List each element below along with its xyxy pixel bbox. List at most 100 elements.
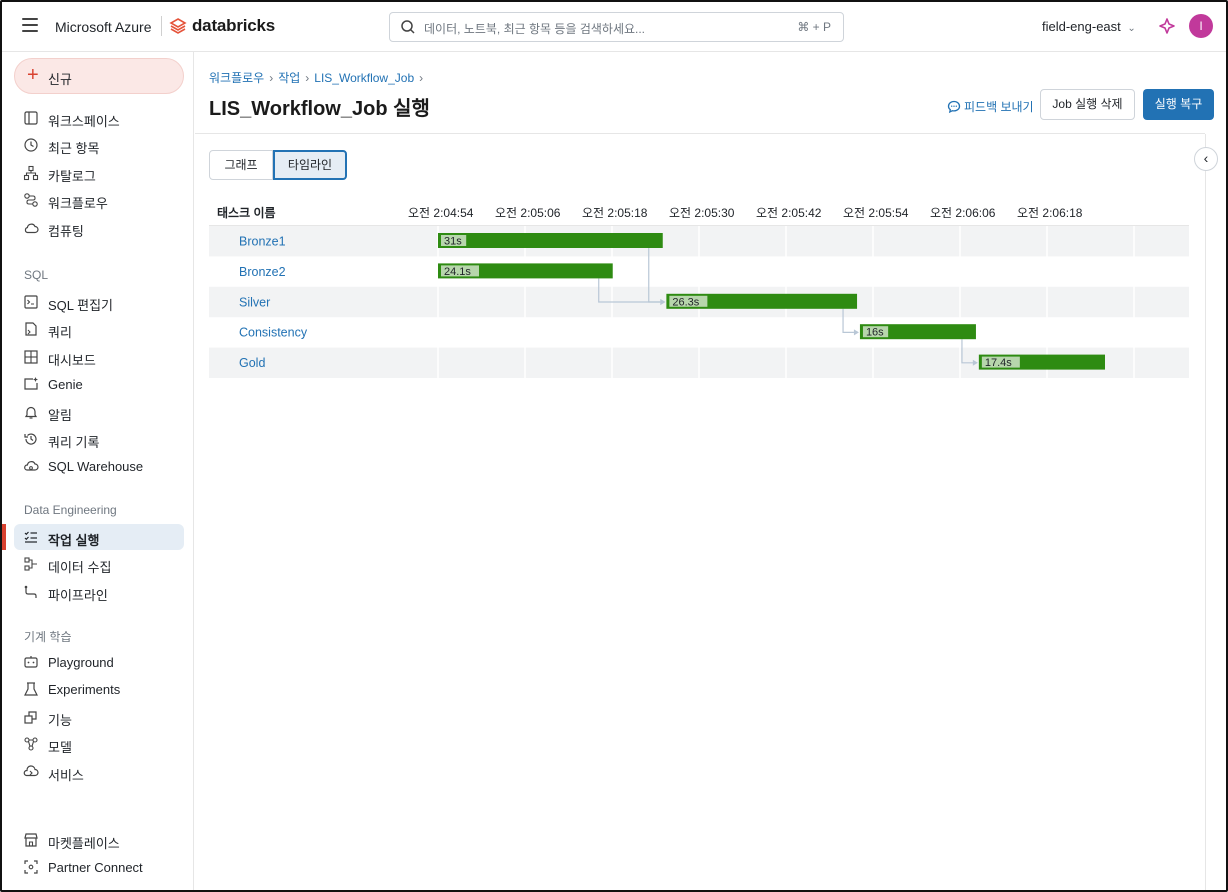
sidebar-item-genie[interactable]: Genie (14, 371, 184, 397)
sidebar-item-warehouse[interactable]: SQL Warehouse (14, 453, 184, 479)
sidebar-item-partner[interactable]: Partner Connect (14, 854, 184, 880)
sidebar-item-label: Partner Connect (48, 860, 143, 876)
task-name-header: 태스크 이름 (217, 206, 276, 220)
dependency-arrow (853, 329, 859, 336)
sidebar-item-beaker[interactable]: Experiments (14, 676, 184, 702)
serving-icon (23, 764, 39, 780)
timeline-tick-label: 오전 2:05:30 (669, 206, 735, 220)
assistant-sparkle-icon[interactable] (1158, 17, 1176, 38)
task-name-link[interactable]: Gold (239, 356, 265, 370)
chevron-right-icon: › (269, 71, 274, 85)
workspace-switcher[interactable]: field-eng-east ⌄ (1042, 19, 1136, 34)
features-icon (23, 709, 39, 725)
timeline-tick-label: 오전 2:06:06 (930, 206, 996, 220)
sidebar-item-label: SQL Warehouse (48, 459, 144, 475)
timeline-header: 태스크 이름 오전 2:04:54 오전 2:05:06 오전 2:05:18 오전 … (209, 192, 1189, 226)
repair-run-button[interactable]: 실행 복구 (1143, 89, 1214, 120)
genie-icon (23, 376, 39, 392)
task-name-link[interactable]: Silver (239, 295, 270, 309)
search-input[interactable]: 데이터, 노트북, 최근 항목 등을 검색하세요... ⌘ + P (389, 12, 844, 42)
task-duration-label: 26.3s (672, 296, 699, 308)
top-bar: Microsoft Azure databricks 데이터, 노트북, 최근 … (2, 2, 1226, 52)
task-duration-label: 17.4s (985, 357, 1012, 369)
sidebar-item-ingest[interactable]: 데이터 수집 (14, 551, 184, 577)
sidebar-item-history[interactable]: 쿼리 기록 (14, 426, 184, 452)
breadcrumb-jobs[interactable]: 작업 (278, 71, 300, 85)
partner-icon (23, 859, 39, 875)
menu-icon[interactable] (22, 18, 38, 32)
databricks-logo-icon (169, 17, 187, 38)
timeline-svg: Bronze1 31s Bronze2 24.1s Silver 26.3s Consist… (209, 226, 1189, 378)
warehouse-icon (23, 458, 39, 474)
sidebar-item-workflows[interactable]: 워크플로우 (14, 187, 184, 213)
timeline-chart: 태스크 이름 오전 2:04:54 오전 2:05:06 오전 2:05:18 오전 … (209, 192, 1189, 442)
task-duration-bar[interactable] (438, 233, 663, 248)
breadcrumb: 워크플로우 › 작업 › LIS_Workflow_Job › (209, 69, 428, 86)
tab-timeline[interactable]: 타임라인 (273, 150, 347, 180)
sidebar-item-models[interactable]: 모델 (14, 731, 184, 757)
search-icon (400, 19, 416, 38)
feedback-link[interactable]: 피드백 보내기 (947, 98, 1034, 115)
playground-icon (23, 654, 39, 670)
task-name-link[interactable]: Bronze1 (239, 235, 286, 249)
brand-divider (161, 16, 162, 36)
chevron-left-icon: ‹ (1203, 150, 1209, 166)
microsoft-azure-brand: Microsoft Azure (55, 19, 152, 35)
task-name-link[interactable]: Consistency (239, 326, 308, 340)
sidebar-item-dashboard[interactable]: 대시보드 (14, 344, 184, 370)
sidebar-item-label: 모델 (48, 740, 72, 756)
sidebar-item-label: 카탈로그 (48, 168, 96, 184)
sidebar-item-label: 마켓플레이스 (48, 836, 120, 851)
job-runs-icon (23, 529, 39, 545)
sidebar-item-label: 최근 항목 (48, 141, 100, 157)
section-machine-learning: 기계 학습 (24, 630, 72, 644)
sidebar-item-label: 컴퓨팅 (48, 223, 84, 239)
ingest-icon (23, 556, 39, 572)
beaker-icon (23, 681, 39, 697)
timeline-tick-label: 오전 2:06:18 (1017, 206, 1083, 220)
search-placeholder: 데이터, 노트북, 최근 항목 등을 검색하세요... (424, 22, 646, 36)
pipeline-icon (23, 584, 39, 600)
breadcrumb-workflows[interactable]: 워크플로우 (209, 71, 264, 85)
page-header: 워크플로우 › 작업 › LIS_Workflow_Job › LIS_Workflow_… (195, 52, 1214, 134)
task-name-link[interactable]: Bronze2 (239, 265, 286, 279)
sidebar-item-sql-editor[interactable]: SQL 편집기 (14, 289, 184, 315)
page-title: LIS_Workflow_Job 실행 (209, 98, 430, 120)
sidebar-item-playground[interactable]: Playground (14, 649, 184, 675)
timeline-tick-label: 오전 2:05:54 (843, 206, 909, 220)
feedback-label: 피드백 보내기 (964, 100, 1034, 114)
sidebar-item-query[interactable]: 쿼리 (14, 316, 184, 342)
chat-bubble-icon (947, 100, 961, 114)
sidebar-item-pipeline[interactable]: 파이프라인 (14, 579, 184, 605)
sidebar-item-job-runs[interactable]: 작업 실행 (14, 524, 184, 550)
new-button[interactable]: + 신규 (14, 58, 184, 94)
sidebar-item-catalog[interactable]: 카탈로그 (14, 160, 184, 186)
collapse-panel-button[interactable]: ‹ (1194, 147, 1218, 171)
sidebar-item-clock[interactable]: 최근 항목 (14, 132, 184, 158)
sql-editor-icon (23, 294, 39, 310)
sidebar-item-store[interactable]: 마켓플레이스 (14, 827, 184, 853)
chevron-right-icon: › (305, 71, 310, 85)
sidebar-item-workspace[interactable]: 워크스페이스 (14, 105, 184, 131)
tab-graph[interactable]: 그래프 (209, 150, 273, 180)
sidebar-item-label: Playground (48, 655, 114, 670)
sidebar-item-features[interactable]: 기능 (14, 704, 184, 730)
breadcrumb-job-name[interactable]: LIS_Workflow_Job (314, 71, 414, 85)
task-duration-label: 31s (444, 236, 462, 248)
sidebar-item-bell[interactable]: 알림 (14, 399, 184, 425)
sidebar-item-serving[interactable]: 서비스 (14, 759, 184, 785)
timeline-tick-label: 오전 2:05:18 (582, 206, 648, 220)
models-icon (23, 736, 39, 752)
active-indicator (2, 524, 6, 550)
workflows-icon (23, 192, 39, 208)
sidebar-item-label: 기능 (48, 712, 72, 728)
delete-run-button[interactable]: Job 실행 삭제 (1040, 89, 1135, 120)
avatar[interactable]: I (1189, 14, 1213, 38)
sidebar-item-label: 대시보드 (48, 352, 96, 368)
workspace-icon (23, 110, 39, 126)
sidebar-item-label: 워크스페이스 (48, 114, 120, 129)
history-icon (23, 431, 39, 447)
sidebar-item-label: Experiments (48, 682, 121, 698)
sidebar-item-label: 데이터 수집 (48, 560, 112, 576)
sidebar-item-cloud[interactable]: 컴퓨팅 (14, 215, 184, 241)
